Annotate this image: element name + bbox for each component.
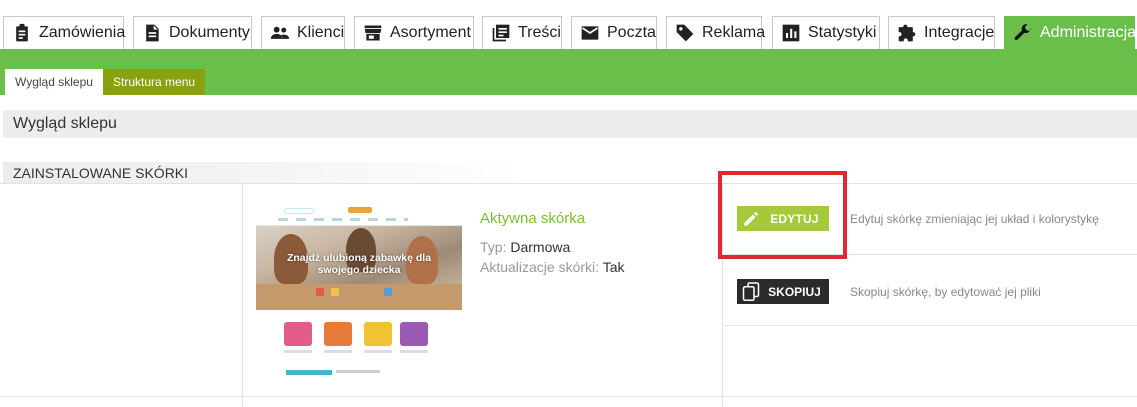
mail-icon	[580, 23, 600, 43]
tab-label: Poczta	[607, 24, 656, 41]
skin-name: Aktywna skórka	[480, 210, 586, 227]
tab-integracje[interactable]: Integracje	[888, 16, 995, 49]
document-icon	[142, 23, 162, 43]
tab-label: Integracje	[924, 24, 995, 41]
section-title: ZAINSTALOWANE SKÓRKI	[3, 162, 523, 184]
chart-icon	[781, 23, 801, 43]
skin-updates-label: Aktualizacje skórki:	[480, 259, 600, 275]
people-icon	[270, 23, 290, 43]
clipboard-icon	[12, 23, 32, 43]
preview-product	[324, 322, 352, 346]
wrench-icon	[1013, 23, 1033, 43]
page-title: Wygląd sklepu	[3, 110, 1137, 138]
preview-banner: Znajdź ulubioną zabawkę dla swojego dzie…	[256, 226, 462, 310]
preview-product-text	[364, 350, 392, 353]
preview-product	[364, 322, 392, 346]
copy-icon	[737, 279, 764, 304]
sub-navigation: Wygląd sklepu Struktura menu	[0, 49, 1137, 95]
preview-button	[286, 370, 332, 375]
content-icon	[491, 23, 511, 43]
tab-label: Asortyment	[390, 24, 471, 41]
preview-product-text	[400, 350, 428, 353]
skin-preview-thumbnail[interactable]: Znajdź ulubioną zabawkę dla swojego dzie…	[256, 204, 462, 380]
copy-description: Skopiuj skórkę, by edytować jej pliki	[850, 285, 1041, 299]
preview-header	[256, 204, 462, 226]
preview-product-text	[324, 350, 352, 353]
tab-statystyki[interactable]: Statystyki	[772, 16, 880, 49]
highlight-box	[718, 171, 847, 259]
preview-table	[256, 284, 462, 310]
tab-asortyment[interactable]: Asortyment	[354, 16, 474, 49]
tab-label: Reklama	[702, 24, 766, 41]
tab-administracja[interactable]: Administracja	[1004, 16, 1137, 49]
tab-label: Administracja	[1040, 24, 1137, 41]
preview-search	[284, 208, 314, 214]
tab-dokumenty[interactable]: Dokumenty	[133, 16, 252, 49]
preview-product	[284, 322, 312, 346]
copy-skin-button[interactable]: SKOPIUJ	[737, 279, 829, 304]
preview-block	[384, 288, 392, 296]
skin-type: Typ: Darmowa	[480, 239, 570, 255]
skin-updates-value: Tak	[602, 259, 625, 275]
divider	[0, 396, 1137, 397]
preview-block	[331, 288, 339, 296]
tab-poczta[interactable]: Poczta	[571, 16, 657, 49]
divider	[0, 183, 1137, 184]
preview-logo	[348, 207, 372, 213]
preview-product-text	[284, 350, 312, 353]
tab-label: Statystyki	[808, 24, 877, 41]
store-icon	[363, 23, 383, 43]
divider	[722, 325, 1137, 326]
tag-icon	[675, 23, 695, 43]
tab-label: Treści	[518, 24, 561, 41]
puzzle-icon	[897, 23, 917, 43]
divider	[242, 183, 243, 407]
skin-type-label: Typ:	[480, 239, 507, 255]
skin-updates: Aktualizacje skórki: Tak	[480, 259, 624, 275]
tab-label: Dokumenty	[169, 24, 250, 41]
subtab-struktura-menu[interactable]: Struktura menu	[103, 69, 206, 95]
preview-product	[400, 322, 428, 346]
tab-label: Zamówienia	[39, 24, 126, 41]
edit-description: Edytuj skórkę zmieniając jej układ i kol…	[850, 212, 1099, 226]
top-navigation: Zamówienia Dokumenty Klienci Asortyment …	[0, 0, 1137, 49]
tab-zamowienia[interactable]: Zamówienia	[3, 16, 126, 49]
preview-button-text	[336, 370, 380, 373]
preview-menu	[278, 218, 408, 221]
preview-caption: Znajdź ulubioną zabawkę dla swojego dzie…	[286, 252, 432, 276]
preview-block	[316, 288, 324, 296]
tab-klienci[interactable]: Klienci	[261, 16, 345, 49]
copy-button-label: SKOPIUJ	[768, 284, 821, 299]
skin-type-value: Darmowa	[510, 239, 571, 255]
subtab-wyglad-sklepu[interactable]: Wygląd sklepu	[5, 69, 103, 95]
tab-reklama[interactable]: Reklama	[666, 16, 766, 49]
preview-products	[284, 322, 434, 356]
tab-label: Klienci	[297, 24, 345, 41]
tab-tresci[interactable]: Treści	[482, 16, 562, 49]
